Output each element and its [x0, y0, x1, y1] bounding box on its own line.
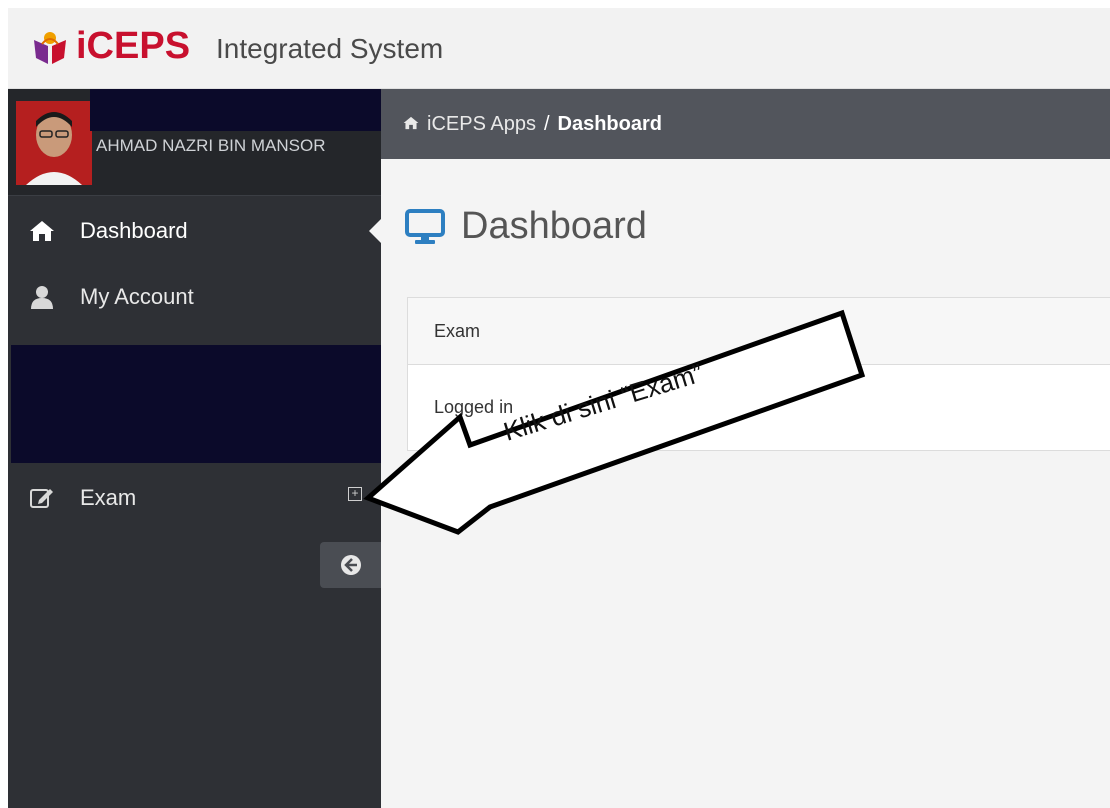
breadcrumb-root-link[interactable]: iCEPS Apps	[427, 113, 536, 136]
sidebar: AHMAD NAZRI BIN MANSOR Dashboard My Acco…	[8, 89, 381, 808]
home-icon[interactable]	[403, 113, 419, 136]
monitor-icon	[405, 208, 445, 244]
user-name: AHMAD NAZRI BIN MANSOR	[96, 136, 326, 155]
breadcrumb: iCEPS Apps / Dashboard	[381, 89, 1110, 159]
panel-header: Exam	[408, 298, 1110, 365]
user-block: AHMAD NAZRI BIN MANSOR	[8, 89, 381, 196]
home-icon	[28, 217, 56, 245]
breadcrumb-current: Dashboard	[557, 112, 662, 135]
logo-icon	[34, 32, 66, 64]
user-icon	[28, 283, 56, 311]
page-title-wrap: Dashboard	[405, 205, 647, 248]
avatar	[16, 101, 92, 185]
active-indicator	[369, 219, 381, 243]
collapse-sidebar-button[interactable]	[320, 542, 381, 588]
edit-icon	[28, 484, 56, 512]
breadcrumb-separator: /	[543, 112, 550, 135]
sidebar-item-label: Exam	[80, 485, 137, 510]
redacted-block	[11, 345, 381, 463]
plus-square-icon[interactable]: +	[348, 487, 362, 501]
sidebar-item-label: My Account	[80, 284, 194, 309]
page-title: Dashboard	[461, 205, 647, 247]
top-header: iCEPS Integrated System	[8, 8, 1110, 89]
sidebar-item-exam[interactable]: Exam	[8, 470, 381, 526]
main-content: iCEPS Apps / Dashboard Dashboard Exam Lo…	[381, 89, 1110, 808]
sidebar-item-my-account[interactable]: My Account	[8, 269, 381, 325]
system-name: Integrated System	[216, 33, 444, 64]
avatar-image	[16, 101, 92, 185]
logo-text: iCEPS	[76, 25, 191, 67]
redacted-block	[90, 89, 381, 131]
sidebar-item-label: Dashboard	[80, 218, 188, 243]
arrow-circle-left-icon	[340, 555, 361, 575]
sidebar-item-dashboard[interactable]: Dashboard	[8, 203, 381, 259]
